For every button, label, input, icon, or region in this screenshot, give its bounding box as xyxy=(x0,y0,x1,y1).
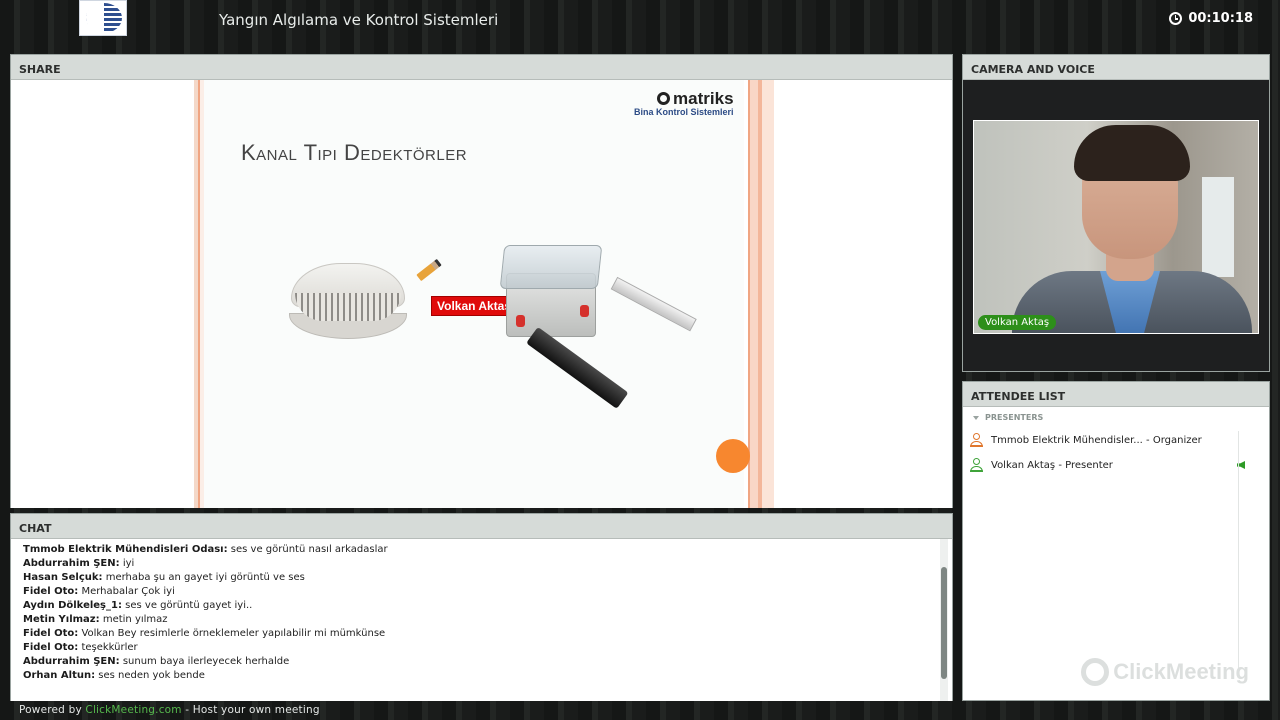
chat-message: Tmmob Elektrik Mühendisleri Odası: ses v… xyxy=(23,544,388,555)
clock-icon xyxy=(1169,12,1183,25)
chat-list: Tmmob Elektrik Mühendisleri Odası: ses v… xyxy=(23,543,923,683)
attendee-name: Volkan Aktaş xyxy=(991,459,1056,471)
attendee-panel-header: ATTENDEE LIST xyxy=(963,382,1269,407)
chat-message: Aydın Dölkeleş_1: ses ve görüntü gayet i… xyxy=(23,600,253,611)
attendee-list: PRESENTERS Tmmob Elektrik Mühendisler...… xyxy=(963,407,1269,700)
footer-suffix: - Host your own meeting xyxy=(185,704,320,716)
attendee-row[interactable]: Tmmob Elektrik Mühendisler... - Organize… xyxy=(969,431,1259,449)
chat-message: Fidel Oto: Volkan Bey resimlerle örnekle… xyxy=(23,628,386,639)
collapse-arrow-icon xyxy=(973,415,979,420)
video-name-label: Volkan Aktaş xyxy=(978,315,1057,330)
presenter-video[interactable]: Volkan Aktaş xyxy=(973,120,1259,334)
slide-orange-dot xyxy=(716,439,750,473)
chat-messages[interactable]: Tmmob Elektrik Mühendisleri Odası: ses v… xyxy=(11,539,952,701)
matriks-logo-icon xyxy=(657,92,671,105)
chat-scrollbar-thumb[interactable] xyxy=(941,567,947,679)
chat-message: Fidel Oto: teşekkürler xyxy=(23,642,138,653)
chat-message: Abdurrahim ŞEN: sunum baya ilerleyecek h… xyxy=(23,656,290,667)
share-panel-header: SHARE xyxy=(11,55,952,80)
chat-message: Hasan Selçuk: merhaba şu an gayet iyi gö… xyxy=(23,572,305,583)
slide-brand: matriks Bina Kontrol Sistemleri xyxy=(634,89,734,117)
clickmeeting-logo-icon xyxy=(1081,658,1110,686)
sampling-tube-image xyxy=(526,326,629,409)
attendee-role: - Presenter xyxy=(1058,459,1113,471)
meeting-title: Yangın Algılama ve Kontrol Sistemleri xyxy=(219,11,499,29)
presentation-slide: matriks Bina Kontrol Sistemleri Kanal Ti… xyxy=(194,80,774,508)
chat-panel-header: CHAT xyxy=(11,514,952,539)
attendee-role: - Organizer xyxy=(1146,434,1202,446)
timer-value: 00:10:18 xyxy=(1188,11,1253,26)
smoke-detector-image xyxy=(287,263,409,341)
presenters-section[interactable]: PRESENTERS xyxy=(973,413,1043,422)
duct-tube-image xyxy=(610,276,697,332)
camera-panel-header: CAMERA AND VOICE xyxy=(963,55,1269,80)
chat-message: Fidel Oto: Merhabalar Çok iyi xyxy=(23,586,175,597)
brand-name: matriks xyxy=(673,89,734,108)
chat-panel: CHAT Tmmob Elektrik Mühendisleri Odası: … xyxy=(10,513,953,701)
chat-message: Orhan Altun: ses neden yok bende xyxy=(23,670,205,681)
logo-icon xyxy=(86,3,122,33)
attendee-name: Tmmob Elektrik Mühendisler... xyxy=(991,434,1143,446)
presenter-user-icon xyxy=(969,458,983,472)
attendee-divider xyxy=(1238,431,1239,671)
camera-panel: CAMERA AND VOICE Volkan Aktaş xyxy=(962,54,1270,372)
slide-left-border xyxy=(194,80,204,508)
meeting-timer: 00:10:18 xyxy=(1169,11,1253,26)
top-bar: Yangın Algılama ve Kontrol Sistemleri 00… xyxy=(0,0,1280,44)
pencil-icon xyxy=(416,258,442,282)
footer-prefix: Powered by xyxy=(19,704,82,716)
clickmeeting-watermark: ClickMeeting xyxy=(1081,658,1249,686)
chat-message: Metin Yılmaz: metin yılmaz xyxy=(23,614,168,625)
slide-right-border xyxy=(744,80,774,508)
attendee-row[interactable]: Volkan Aktaş - Presenter xyxy=(969,456,1259,474)
organizer-user-icon xyxy=(969,433,983,447)
clickmeeting-link[interactable]: ClickMeeting.com xyxy=(85,704,181,716)
chat-message: Abdurrahim ŞEN: iyi xyxy=(23,558,135,569)
footer: Powered by ClickMeeting.com - Host your … xyxy=(19,704,320,716)
slide-title: Kanal Tipi Dedektörler xyxy=(241,140,468,165)
duct-detector-image xyxy=(492,245,612,337)
organizer-logo xyxy=(79,0,127,36)
shared-screen: matriks Bina Kontrol Sistemleri Kanal Ti… xyxy=(11,80,952,508)
share-panel: SHARE matriks Bina Kontrol Sistemleri Ka… xyxy=(10,54,953,508)
brand-subtitle: Bina Kontrol Sistemleri xyxy=(634,107,734,117)
attendee-list-panel: ATTENDEE LIST PRESENTERS Tmmob Elektrik … xyxy=(962,381,1270,701)
